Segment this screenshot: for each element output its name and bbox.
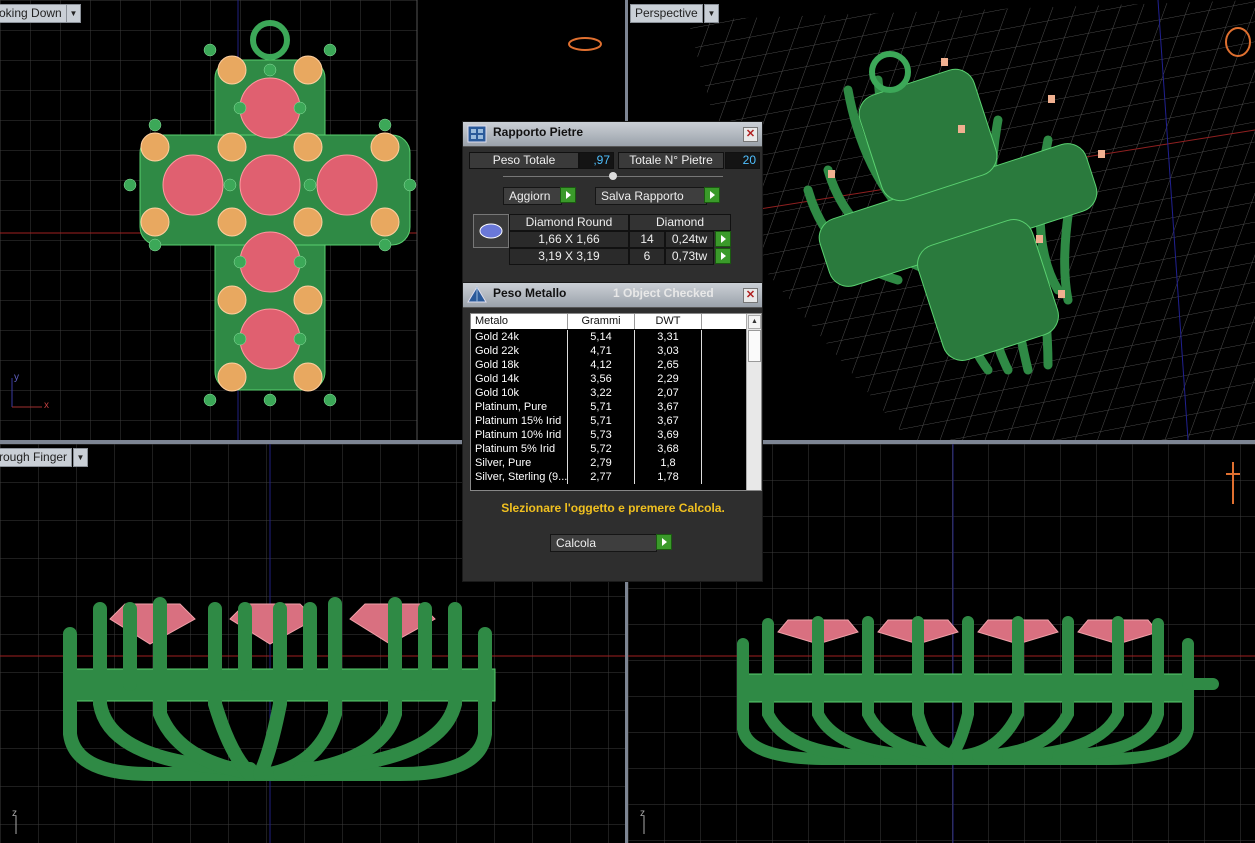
divider-knob[interactable] [609,172,617,180]
viewport-label-perspective[interactable]: Perspective [630,4,703,23]
dwt-cell: 2,07 [635,386,702,400]
stone-row-2-count: 6 [629,248,665,265]
metal-table[interactable]: Metalo Grammi DWT Gold 24k 5,14 3,31 Gold 2… [470,313,762,491]
grams-cell: 5,71 [568,414,635,428]
update-arrow-icon[interactable] [560,187,576,203]
grams-cell: 5,73 [568,428,635,442]
metal-name-cell: Silver, Pure [471,456,568,470]
ring-icon [568,37,602,51]
table-row[interactable]: Silver, Sterling (9... 2,77 1,78 [471,470,746,484]
table-row[interactable]: Gold 14k 3,56 2,29 [471,372,746,386]
viewport-label-front[interactable]: rough Finger [0,448,73,467]
dwt-cell: 2,29 [635,372,702,386]
stone-row-1-arrow-icon[interactable] [715,231,731,247]
grams-cell: 5,71 [568,400,635,414]
pyramid-icon [467,286,487,303]
table-row[interactable]: Platinum 5% Irid 5,72 3,68 [471,442,746,456]
viewport-label-top[interactable]: oking Down [0,4,67,23]
metal-name-cell: Gold 14k [471,372,568,386]
column-header-metal[interactable]: Metalo [471,314,568,329]
dwt-cell: 3,31 [635,330,702,344]
scroll-thumb[interactable] [748,330,761,362]
metal-name-cell: Gold 10k [471,386,568,400]
metal-name-cell: Platinum 15% Irid [471,414,568,428]
stone-row-1-weight: 0,24tw [665,231,714,248]
dwt-cell: 1,8 [635,456,702,470]
stone-row-1-count: 14 [629,231,665,248]
calculate-button[interactable]: Calcola [550,534,657,552]
stone-type-header: Diamond [629,214,731,231]
scroll-up-icon[interactable]: ▲ [748,315,761,329]
table-row[interactable]: Silver, Pure 2,79 1,8 [471,456,746,470]
metal-name-cell: Platinum 5% Irid [471,442,568,456]
dwt-cell: 3,67 [635,400,702,414]
table-row[interactable]: Gold 18k 4,12 2,65 [471,358,746,372]
grams-cell: 3,56 [568,372,635,386]
objects-checked-status: 1 Object Checked [613,286,714,300]
stone-shape-header: Diamond Round [509,214,629,231]
calculate-arrow-icon[interactable] [656,534,672,550]
metal-name-cell: Silver, Sterling (9... [471,470,568,484]
metal-weight-titlebar[interactable]: Peso Metallo 1 Object Checked ✕ [463,283,762,308]
dwt-cell: 3,68 [635,442,702,456]
table-row[interactable]: Platinum 10% Irid 5,73 3,69 [471,428,746,442]
stone-report-titlebar[interactable]: Rapporto Pietre ✕ [463,122,762,147]
metal-name-cell: Platinum, Pure [471,400,568,414]
dwt-cell: 1,78 [635,470,702,484]
total-stones-label: Totale N° Pietre [618,152,724,169]
viewport-menu-front[interactable]: ▼ [73,448,88,467]
stone-row-2-arrow-icon[interactable] [715,248,731,264]
diamond-shape-icon [473,214,509,248]
viewport-menu-top[interactable]: ▼ [66,4,81,23]
stone-report-panel: Rapporto Pietre ✕ Peso Totale ,97 Totale… [462,121,763,285]
total-weight-label: Peso Totale [469,152,579,169]
grams-cell: 5,14 [568,330,635,344]
save-report-button[interactable]: Salva Rapporto [595,187,707,205]
metal-name-cell: Gold 24k [471,330,568,344]
axis-x-label: x [44,400,49,411]
column-header-dwt[interactable]: DWT [635,314,702,329]
grams-cell: 4,71 [568,344,635,358]
instruction-text: Slezionare l'oggetto e premere Calcola. [501,501,725,515]
grams-cell: 3,22 [568,386,635,400]
table-row[interactable]: Gold 22k 4,71 3,03 [471,344,746,358]
grams-cell: 5,72 [568,442,635,456]
dwt-cell: 3,67 [635,414,702,428]
stone-row-2-size: 3,19 X 3,19 [509,248,629,265]
total-stones-value: 20 [725,152,760,169]
metal-table-scrollbar[interactable]: ▲ [746,314,761,490]
metal-name-cell: Gold 22k [471,344,568,358]
stone-report-title: Rapporto Pietre [493,125,584,139]
close-icon[interactable]: ✕ [743,288,758,303]
table-row[interactable]: Platinum, Pure 5,71 3,67 [471,400,746,414]
metal-name-cell: Platinum 10% Irid [471,428,568,442]
total-weight-value: ,97 [579,152,614,169]
metal-table-header: Metalo Grammi DWT [471,314,746,329]
stone-row-2-weight: 0,73tw [665,248,714,265]
stone-row-1-size: 1,66 X 1,66 [509,231,629,248]
save-report-arrow-icon[interactable] [704,187,720,203]
table-row[interactable]: Gold 10k 3,22 2,07 [471,386,746,400]
metal-weight-title: Peso Metallo [493,286,567,300]
viewport-menu-perspective[interactable]: ▼ [704,4,719,23]
axis-z-label: z [640,808,645,819]
grams-cell: 2,77 [568,470,635,484]
table-row[interactable]: Gold 24k 5,14 3,31 [471,330,746,344]
axis-y-label: y [14,372,19,383]
grams-cell: 4,12 [568,358,635,372]
dwt-cell: 2,65 [635,358,702,372]
axis-z-label: z [12,808,17,819]
close-icon[interactable]: ✕ [743,127,758,142]
table-row[interactable]: Platinum 15% Irid 5,71 3,67 [471,414,746,428]
dwt-cell: 3,69 [635,428,702,442]
column-header-grams[interactable]: Grammi [568,314,635,329]
update-button[interactable]: Aggiorn [503,187,562,205]
metal-name-cell: Gold 18k [471,358,568,372]
grams-cell: 2,79 [568,456,635,470]
report-icon [467,125,487,143]
dwt-cell: 3,03 [635,344,702,358]
metal-weight-panel: Peso Metallo 1 Object Checked ✕ Metalo G… [462,282,763,582]
